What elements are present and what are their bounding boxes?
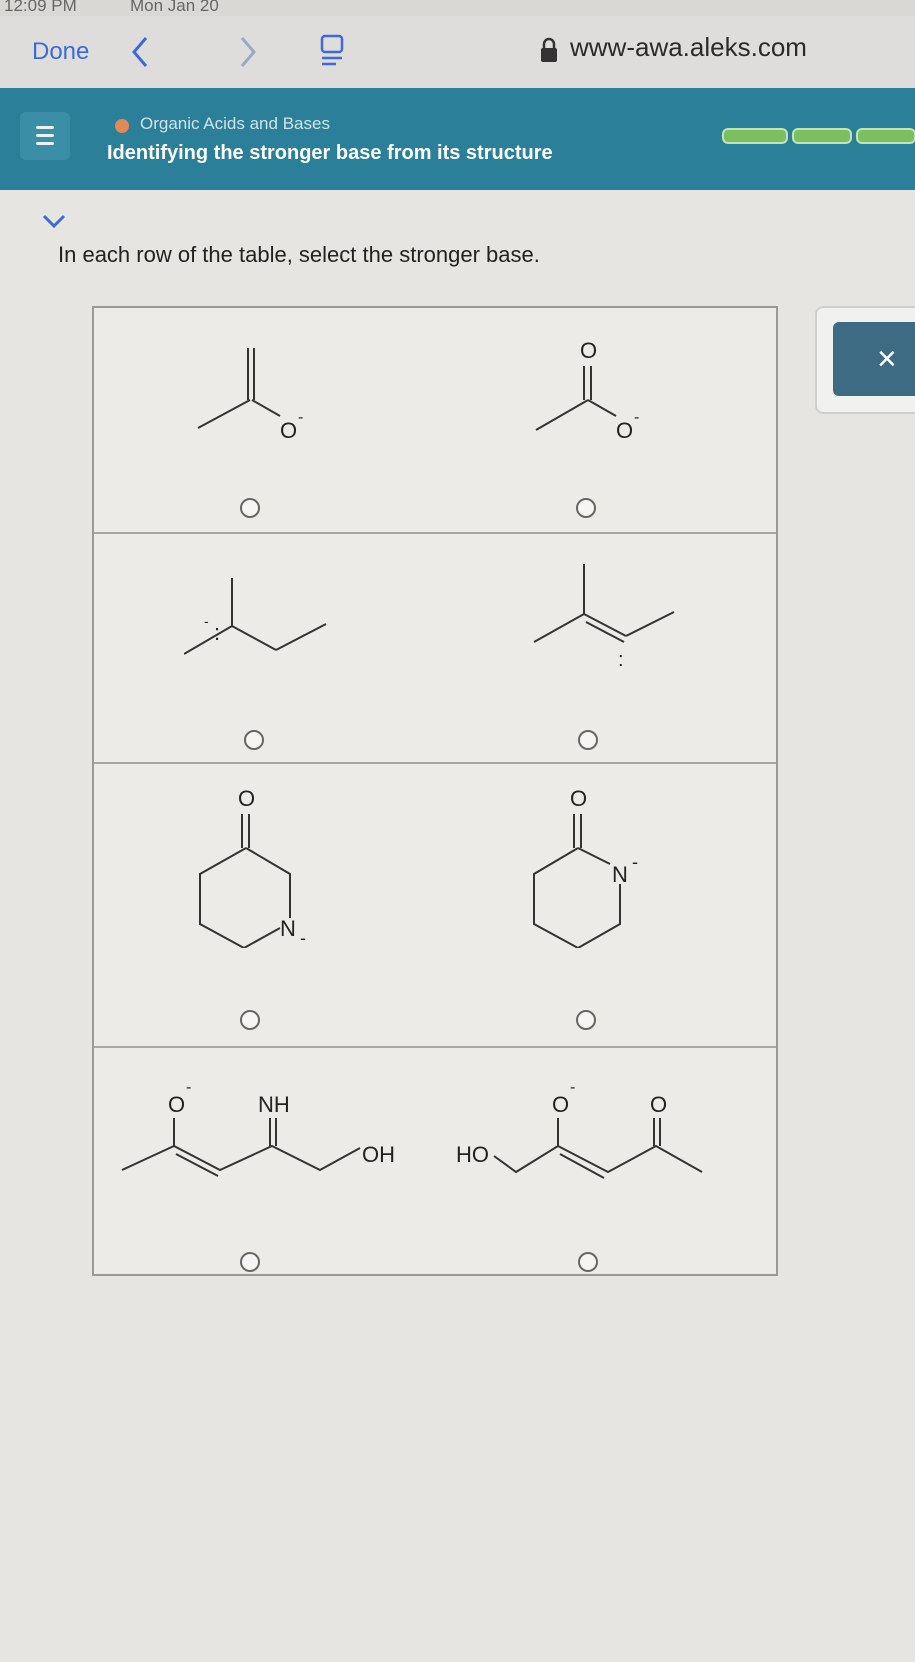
forward-arrow-icon[interactable] bbox=[236, 32, 260, 72]
atom-label: OH bbox=[362, 1142, 395, 1167]
topic-status-dot bbox=[115, 119, 129, 133]
lone-pair-label: : bbox=[618, 649, 624, 671]
charge-label: - bbox=[632, 852, 638, 872]
radio-row2-right[interactable] bbox=[578, 730, 598, 750]
status-time: 12:09 PM bbox=[4, 0, 77, 15]
menu-button[interactable] bbox=[20, 112, 70, 160]
molecule-row2-left: - : bbox=[184, 578, 327, 655]
molecule-row3-right: O N - bbox=[533, 786, 638, 948]
atom-label: HO bbox=[456, 1142, 489, 1167]
charge-label: - bbox=[300, 928, 306, 948]
radio-row4-right[interactable] bbox=[578, 1252, 598, 1272]
browser-toolbar: Done www-awa.aleks.com bbox=[0, 16, 915, 88]
page-title: Identifying the stronger base from its s… bbox=[107, 142, 553, 164]
progress-bar bbox=[722, 128, 915, 144]
atom-label: O bbox=[168, 1092, 185, 1117]
radio-row1-right[interactable] bbox=[576, 498, 596, 518]
lone-pair-label: : bbox=[214, 620, 220, 645]
atom-label: N bbox=[612, 862, 628, 887]
topic-label: Organic Acids and Bases bbox=[140, 114, 330, 133]
row-divider bbox=[94, 762, 776, 764]
radio-row4-left[interactable] bbox=[240, 1252, 260, 1272]
status-bar: 12:09 PM Mon Jan 20 bbox=[0, 0, 915, 16]
molecule-row3-left: O N - bbox=[199, 786, 306, 948]
radio-row2-left[interactable] bbox=[244, 730, 264, 750]
molecule-row4-left: O - NH OH bbox=[121, 1079, 395, 1177]
answer-table: O - O O - - : : O N - O N - O - NH OH HO… bbox=[92, 306, 778, 1276]
atom-label: N bbox=[280, 916, 296, 941]
status-date: Mon Jan 20 bbox=[130, 0, 219, 15]
atom-label: O bbox=[580, 338, 597, 363]
charge-label: - bbox=[204, 613, 209, 629]
charge-label: - bbox=[570, 1079, 575, 1096]
charge-label: - bbox=[634, 409, 639, 426]
atom-label: O bbox=[238, 786, 255, 811]
reader-mode-icon[interactable] bbox=[318, 34, 346, 70]
atom-label: NH bbox=[258, 1092, 290, 1117]
molecule-row1-right: O O - bbox=[535, 338, 639, 443]
close-panel: × bbox=[815, 306, 915, 414]
molecule-row2-right: : bbox=[533, 564, 675, 671]
charge-label: - bbox=[298, 409, 303, 426]
progress-segment bbox=[792, 128, 852, 144]
charge-label: - bbox=[186, 1079, 191, 1096]
menu-icon bbox=[36, 126, 54, 129]
done-button[interactable]: Done bbox=[32, 38, 89, 66]
aleks-header: Organic Acids and Bases Identifying the … bbox=[0, 88, 915, 190]
molecule-row1-left: O - bbox=[197, 348, 303, 443]
atom-label: O bbox=[552, 1092, 569, 1117]
url-text[interactable]: www-awa.aleks.com bbox=[570, 32, 807, 63]
back-arrow-icon[interactable] bbox=[128, 32, 152, 72]
radio-row3-right[interactable] bbox=[576, 1010, 596, 1030]
lock-icon bbox=[541, 37, 557, 62]
atom-label: O bbox=[570, 786, 587, 811]
instruction-text: In each row of the table, select the str… bbox=[58, 242, 540, 267]
atom-label: O bbox=[280, 418, 297, 443]
row-divider bbox=[94, 1046, 776, 1048]
atom-label: O bbox=[616, 418, 633, 443]
progress-segment bbox=[856, 128, 915, 144]
atom-label: O bbox=[650, 1092, 667, 1117]
radio-row3-left[interactable] bbox=[240, 1010, 260, 1030]
row-divider bbox=[94, 532, 776, 534]
progress-segment bbox=[722, 128, 788, 144]
molecule-row4-right: HO O - O bbox=[456, 1079, 703, 1179]
radio-row1-left[interactable] bbox=[240, 498, 260, 518]
close-button[interactable]: × bbox=[833, 322, 915, 396]
chevron-down-icon[interactable] bbox=[38, 212, 70, 232]
